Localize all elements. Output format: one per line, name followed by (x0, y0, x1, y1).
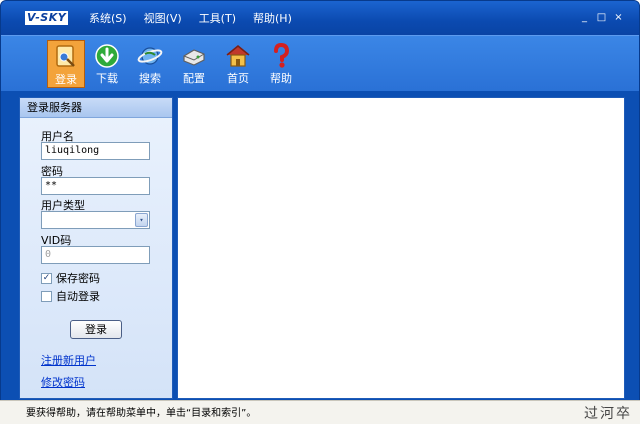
toolbar-config-label: 配置 (183, 72, 205, 85)
maximize-button[interactable]: □ (595, 11, 608, 24)
toolbar-config-button[interactable]: 配置 (175, 40, 213, 88)
minimize-button[interactable]: _ (578, 11, 591, 24)
menu-tools[interactable]: 工具(T) (199, 11, 236, 27)
password-input[interactable]: ** (41, 177, 150, 195)
status-text: 要获得帮助，请在帮助菜单中，单击“目录和索引”。 (26, 408, 257, 419)
app-logo: V-SKY (25, 11, 69, 25)
main-content-area (177, 97, 625, 399)
window-controls: _ □ × (578, 11, 625, 24)
toolbar-search-label: 搜索 (139, 72, 161, 85)
menu-bar: 系统(S) 视图(V) 工具(T) 帮助(H) (89, 11, 309, 27)
home-icon (226, 45, 250, 67)
register-link[interactable]: 注册新用户 (41, 352, 96, 368)
auto-login-label: 自动登录 (56, 290, 100, 303)
toolbar-help-button[interactable]: 帮助 (262, 40, 300, 88)
auto-login-row[interactable]: 自动登录 (41, 288, 100, 304)
login-panel: 登录服务器 用户名 liuqilong 密码 ** 用户类型 ▾ VID码 0 … (19, 97, 173, 399)
toolbar-home-label: 首页 (227, 72, 249, 85)
status-bar: 要获得帮助，请在帮助菜单中，单击“目录和索引”。 过河卒 (0, 400, 640, 424)
save-password-checkbox[interactable]: ✓ (41, 272, 52, 284)
toolbar: 登录 下载 搜索 配置 首页 帮助 (1, 35, 639, 91)
title-bar: V-SKY 系统(S) 视图(V) 工具(T) 帮助(H) _ □ × (1, 1, 639, 35)
vid-input[interactable]: 0 (41, 246, 150, 264)
login-button[interactable]: 登录 (70, 320, 122, 339)
toolbar-download-button[interactable]: 下载 (88, 40, 126, 88)
toolbar-help-label: 帮助 (270, 72, 292, 85)
username-input[interactable]: liuqilong (41, 142, 150, 160)
menu-help[interactable]: 帮助(H) (253, 11, 292, 27)
search-globe-icon (137, 47, 163, 65)
close-button[interactable]: × (612, 11, 625, 24)
login-panel-title: 登录服务器 (20, 98, 172, 118)
help-icon (274, 42, 290, 68)
toolbar-login-label: 登录 (55, 73, 77, 86)
toolbar-download-label: 下载 (96, 72, 118, 85)
usertype-select[interactable]: ▾ (41, 211, 150, 229)
auto-login-checkbox[interactable] (41, 290, 52, 302)
config-icon (183, 49, 205, 66)
toolbar-login-button[interactable]: 登录 (47, 40, 85, 88)
login-icon (56, 45, 75, 67)
save-password-label: 保存密码 (56, 272, 100, 285)
toolbar-search-button[interactable]: 搜索 (131, 40, 169, 88)
watermark-text: 过河卒 (584, 406, 632, 422)
app-window: V-SKY 系统(S) 视图(V) 工具(T) 帮助(H) _ □ × 登录 下… (0, 0, 640, 424)
chevron-down-icon[interactable]: ▾ (135, 213, 148, 227)
menu-system[interactable]: 系统(S) (89, 11, 127, 27)
save-password-row[interactable]: ✓ 保存密码 (41, 270, 100, 286)
toolbar-home-button[interactable]: 首页 (219, 40, 257, 88)
menu-view[interactable]: 视图(V) (144, 11, 182, 27)
download-icon (95, 44, 119, 68)
change-password-link[interactable]: 修改密码 (41, 374, 85, 390)
